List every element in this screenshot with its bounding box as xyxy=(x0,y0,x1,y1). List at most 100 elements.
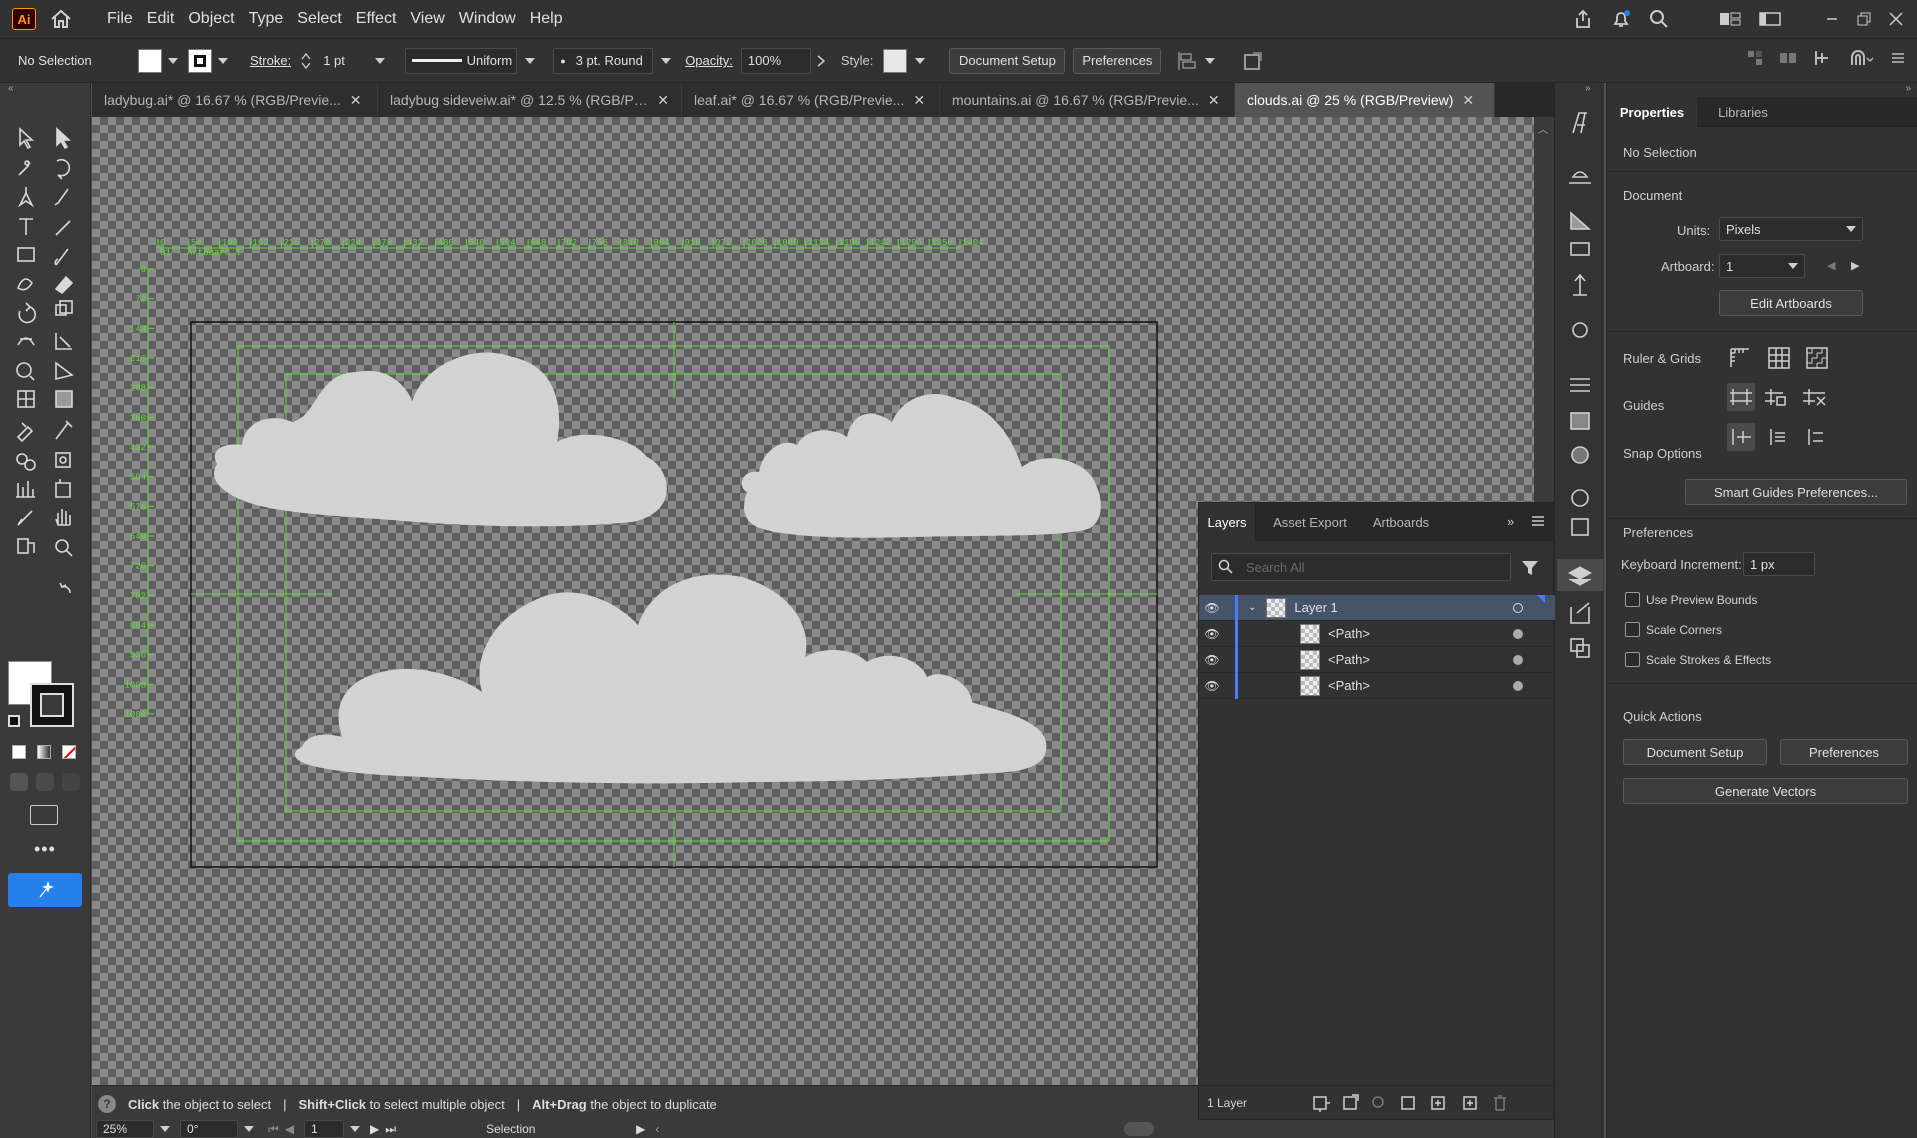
path-name[interactable]: <Path> xyxy=(1328,678,1370,693)
document-setup-button[interactable]: Document Setup xyxy=(949,47,1066,74)
keyboard-increment-field[interactable]: 1 px xyxy=(1743,552,1815,576)
tab-clouds[interactable]: clouds.ai @ 25 % (RGB/Preview) ✕ xyxy=(1235,83,1495,117)
home-icon[interactable] xyxy=(46,9,76,29)
opacity-arrow-icon[interactable] xyxy=(817,54,825,67)
scale-corners-checkbox[interactable]: Scale Corners xyxy=(1625,622,1722,637)
use-preview-bounds-checkbox[interactable]: Use Preview Bounds xyxy=(1625,592,1757,607)
change-screen-mode-icon[interactable] xyxy=(30,805,58,825)
artboard-select[interactable]: 1 xyxy=(1719,254,1805,278)
menu-edit[interactable]: Edit xyxy=(140,10,182,28)
first-artboard-icon[interactable]: ⏮ xyxy=(268,1122,279,1137)
menu-file[interactable]: File xyxy=(100,10,140,28)
draw-normal-icon[interactable] xyxy=(10,773,28,791)
menu-view[interactable]: View xyxy=(403,10,451,28)
variable-width-profile[interactable]: Uniform xyxy=(405,47,518,74)
generative-ai-button[interactable] xyxy=(8,873,82,907)
stroke-swatch-dropdown-icon[interactable] xyxy=(218,57,228,64)
panel-collapse-icon[interactable]: » xyxy=(1905,83,1911,94)
menu-effect[interactable]: Effect xyxy=(349,10,404,28)
magnet-icon[interactable] xyxy=(1849,49,1875,67)
menu-object[interactable]: Object xyxy=(181,10,241,28)
prev-artboard-icon[interactable]: ◀ xyxy=(285,1122,294,1136)
rotation-field[interactable]: 0° xyxy=(180,1120,238,1138)
generate-vectors-button[interactable]: Generate Vectors xyxy=(1623,778,1908,804)
snap-to-point-icon[interactable] xyxy=(1813,49,1833,67)
scroll-up-icon[interactable]: ︿ xyxy=(1538,121,1548,136)
hscroll-left-icon[interactable]: ‹ xyxy=(655,1122,659,1136)
tab-artboards-panel[interactable]: Artboards xyxy=(1361,503,1441,541)
stroke-label[interactable]: Stroke: xyxy=(250,53,291,68)
opacity-field[interactable]: 100% xyxy=(740,47,811,74)
default-colors-icon[interactable] xyxy=(8,715,20,727)
tab-mountains[interactable]: mountains.ai @ 16.67 % (RGB/Previe... ✕ xyxy=(940,83,1235,117)
rotation-dropdown-icon[interactable] xyxy=(244,1126,254,1132)
fill-dropdown-icon[interactable] xyxy=(168,57,178,64)
menu-select[interactable]: Select xyxy=(290,10,348,28)
visibility-eye-icon[interactable]: 👁 xyxy=(1199,679,1225,693)
tab-ladybug-sideview[interactable]: ladybug sideveiw.ai* @ 12.5 % (RGB/Pre..… xyxy=(378,83,682,117)
bell-icon[interactable] xyxy=(1611,9,1631,29)
qa-document-setup-button[interactable]: Document Setup xyxy=(1623,739,1767,765)
edit-artboards-button[interactable]: Edit Artboards xyxy=(1719,290,1863,316)
stroke-weight-field[interactable]: 1 pt xyxy=(317,49,391,73)
profile-dropdown-icon[interactable] xyxy=(525,57,536,64)
target-icon[interactable] xyxy=(1513,628,1523,639)
target-icon[interactable] xyxy=(1513,602,1523,613)
opacity-label[interactable]: Opacity: xyxy=(685,53,733,68)
align-options-icon[interactable] xyxy=(1177,51,1199,71)
next-artboard-icon[interactable]: ▶ xyxy=(1851,259,1859,272)
tab-layers[interactable]: Layers xyxy=(1199,503,1255,541)
more-tools-icon[interactable]: ••• xyxy=(34,839,56,860)
brush-definition[interactable]: ● 3 pt. Round xyxy=(553,47,654,74)
fill-swatch[interactable] xyxy=(138,48,162,73)
zoom-dropdown-icon[interactable] xyxy=(160,1126,170,1132)
help-icon[interactable]: ? xyxy=(98,1095,116,1113)
visibility-eye-icon[interactable]: 👁 xyxy=(1199,653,1225,667)
align-dropdown-icon[interactable] xyxy=(1205,57,1216,64)
smart-guides-preferences-button[interactable]: Smart Guides Preferences... xyxy=(1685,479,1907,505)
none-mode-icon[interactable] xyxy=(62,745,76,759)
brush-dropdown-icon[interactable] xyxy=(661,57,672,64)
target-icon[interactable] xyxy=(1513,654,1523,665)
layer-row[interactable]: 👁 <Path> xyxy=(1199,672,1555,699)
align-to-icon[interactable] xyxy=(1779,50,1797,66)
panel-menu-icon[interactable] xyxy=(1891,51,1905,65)
color-mode-icon[interactable] xyxy=(12,745,26,759)
artboard-dropdown-icon[interactable] xyxy=(350,1126,361,1132)
close-tab-icon[interactable]: ✕ xyxy=(1208,92,1220,109)
workspace-switcher-icon[interactable] xyxy=(1759,11,1781,27)
close-tab-icon[interactable]: ✕ xyxy=(913,92,925,109)
close-tab-icon[interactable]: ✕ xyxy=(657,92,669,109)
stroke-swatch[interactable] xyxy=(188,48,212,73)
filter-icon[interactable] xyxy=(1521,559,1539,580)
layer-row[interactable]: 👁 <Path> xyxy=(1199,620,1555,647)
minimize-icon[interactable] xyxy=(1825,12,1839,26)
style-dropdown-icon[interactable] xyxy=(915,57,926,64)
tab-leaf[interactable]: leaf.ai* @ 16.67 % (RGB/Previe... ✕ xyxy=(682,83,940,117)
path-name[interactable]: <Path> xyxy=(1328,626,1370,641)
visibility-eye-icon[interactable]: 👁 xyxy=(1199,627,1225,641)
zoom-field[interactable]: 25% xyxy=(96,1120,154,1138)
close-tab-icon[interactable]: ✕ xyxy=(1462,92,1474,109)
menu-type[interactable]: Type xyxy=(242,10,291,28)
cloud-top-right[interactable] xyxy=(741,393,1101,538)
style-swatch[interactable] xyxy=(883,48,908,73)
recolor-icon[interactable] xyxy=(1243,51,1263,71)
draw-inside-icon[interactable] xyxy=(62,773,80,791)
layer-row[interactable]: 👁 <Path> xyxy=(1199,646,1555,673)
path-name[interactable]: <Path> xyxy=(1328,652,1370,667)
layers-menu-icon[interactable] xyxy=(1531,515,1545,530)
last-artboard-icon[interactable]: ⏭ xyxy=(385,1122,396,1137)
restore-icon[interactable] xyxy=(1857,12,1871,26)
units-select[interactable]: Pixels xyxy=(1719,217,1863,241)
expand-chevron-icon[interactable]: ⌄ xyxy=(1248,602,1256,613)
status-menu-icon[interactable]: ▶ xyxy=(636,1122,645,1136)
prev-artboard-icon[interactable]: ◀ xyxy=(1827,259,1835,272)
arrange-documents-icon[interactable] xyxy=(1719,11,1741,27)
cloud-top-left[interactable] xyxy=(214,352,667,527)
tab-libraries[interactable]: Libraries xyxy=(1703,97,1783,127)
next-artboard-icon[interactable]: ▶ xyxy=(370,1122,379,1136)
share-icon[interactable] xyxy=(1573,9,1593,29)
qa-preferences-button[interactable]: Preferences xyxy=(1780,739,1908,765)
tab-properties[interactable]: Properties xyxy=(1607,97,1697,127)
